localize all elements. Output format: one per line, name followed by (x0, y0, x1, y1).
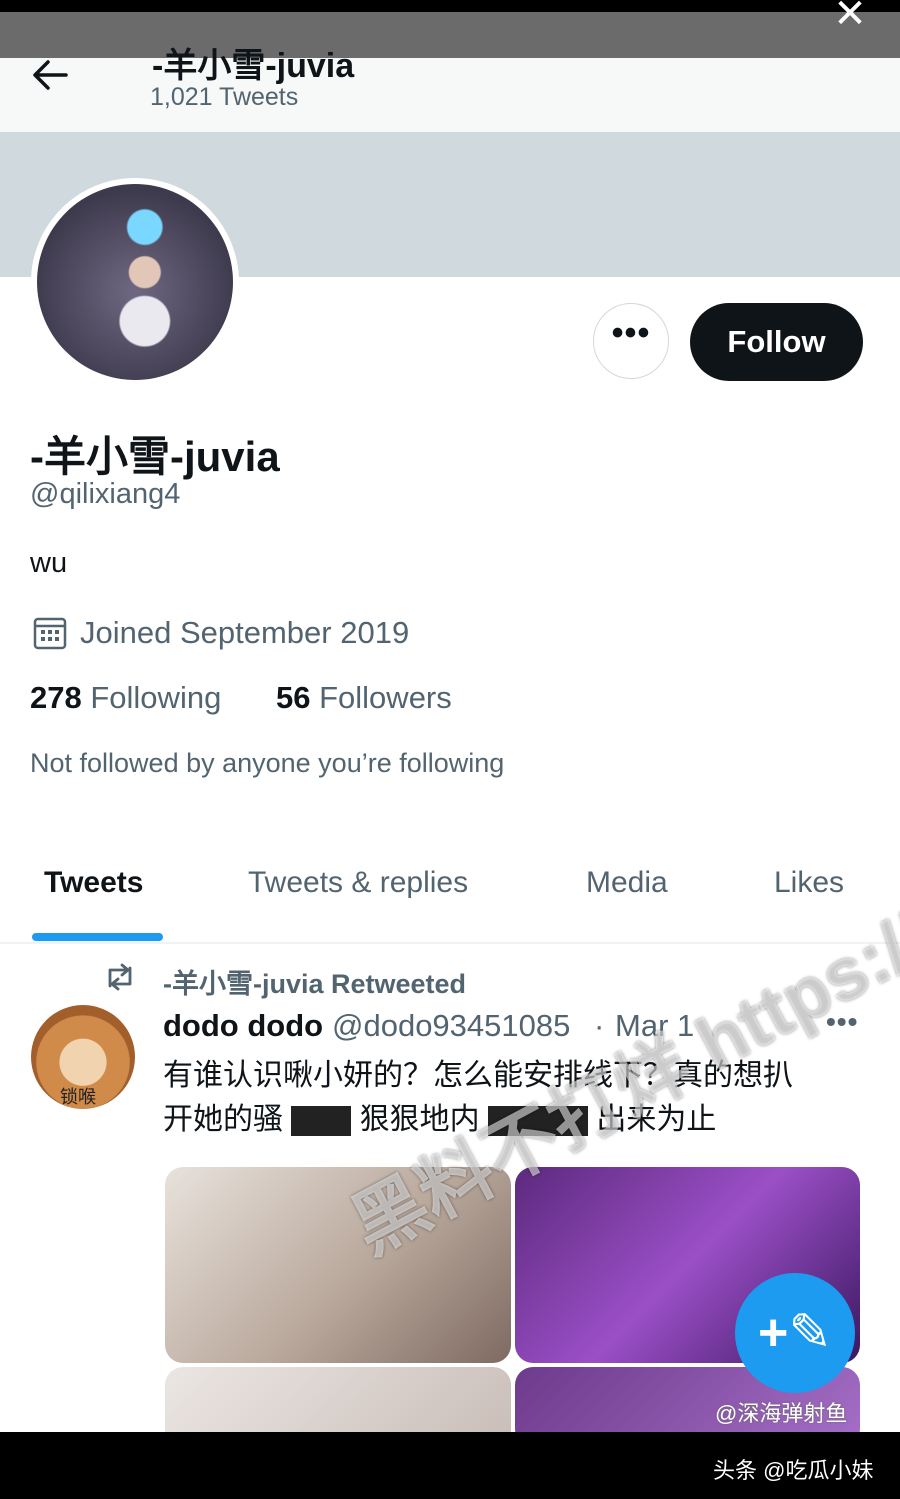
active-tab-indicator (32, 933, 163, 941)
followers-label: Followers (319, 680, 452, 715)
following-count: 278 (30, 680, 82, 715)
header-tweet-count: 1,021 Tweets (150, 83, 299, 111)
followers-count: 56 (276, 680, 311, 715)
profile-display-name: -羊小雪-juvia (30, 433, 280, 480)
calendar-icon (33, 617, 67, 650)
compose-icon: +✎ (758, 1304, 832, 1362)
tab-divider (0, 942, 900, 944)
tweet-author-name[interactable]: dodo dodo (163, 1008, 323, 1044)
avatar-caption: 锁喉 (60, 1087, 96, 1107)
following-label: Following (90, 680, 222, 715)
header-title: -羊小雪-juvia (152, 47, 355, 85)
follow-button[interactable]: Follow (690, 303, 863, 381)
close-icon[interactable]: ✕ (830, 0, 870, 34)
tab-media[interactable]: Media (586, 866, 668, 900)
tab-likes[interactable]: Likes (774, 866, 844, 900)
more-options-button[interactable]: ••• (593, 303, 669, 379)
tab-tweets-replies[interactable]: Tweets & replies (248, 866, 468, 900)
profile-handle: @qilixiang4 (30, 478, 181, 510)
back-arrow-icon[interactable] (30, 58, 70, 92)
following-link[interactable]: 278 Following (30, 680, 221, 716)
tweet-text-part-a: 开她的骚 (163, 1103, 283, 1136)
source-label: 头条 @吃瓜小妹 (713, 1458, 874, 1483)
followers-link[interactable]: 56 Followers (276, 680, 452, 716)
retweet-icon (108, 963, 132, 991)
retweet-note: -羊小雪-juvia Retweeted (163, 969, 467, 999)
more-dots-icon: ••• (611, 314, 651, 352)
tab-tweets[interactable]: Tweets (44, 866, 143, 900)
joined-date: Joined September 2019 (80, 615, 410, 650)
tweet-author-handle[interactable]: @dodo93451085 (332, 1008, 570, 1044)
mutual-followers-note: Not followed by anyone you’re following (30, 748, 505, 778)
profile-bio: wu (30, 547, 68, 579)
weibo-watermark: @深海弹射鱼 (715, 1401, 848, 1426)
top-black-strip (0, 0, 900, 12)
compose-tweet-button[interactable]: +✎ (735, 1273, 855, 1393)
profile-avatar[interactable] (37, 184, 233, 380)
censor-block (291, 1106, 352, 1137)
